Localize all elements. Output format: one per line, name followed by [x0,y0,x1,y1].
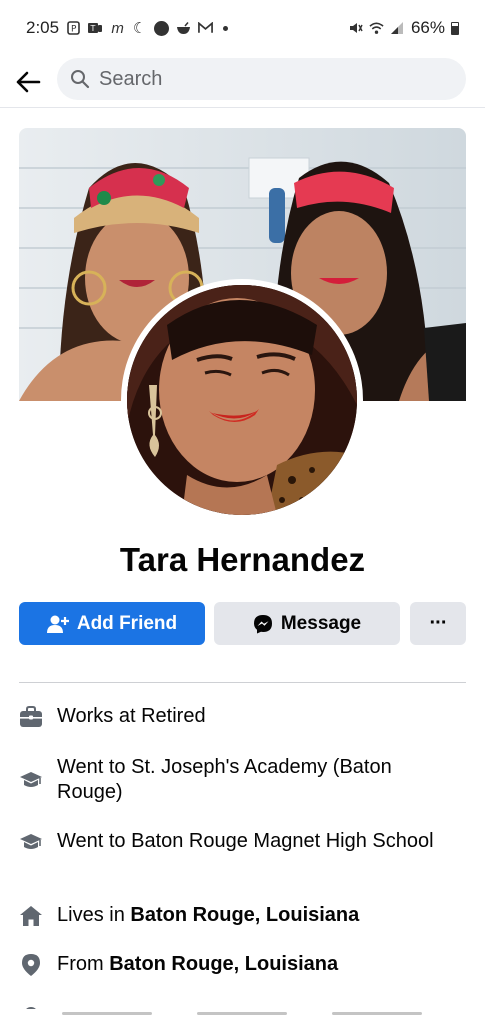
dot-icon [223,25,229,31]
circle-icon [154,20,170,36]
nav-home[interactable] [197,1012,287,1015]
add-friend-icon [46,614,69,634]
detail-education-2: Went to Baton Rouge Magnet High School [19,829,466,854]
avatar[interactable] [121,279,363,521]
mcdonalds-icon: m [111,19,124,37]
search-placeholder: Search [99,67,163,90]
back-button[interactable] [0,56,56,108]
svg-text:P: P [71,25,77,35]
signal-icon [390,21,405,36]
battery-level: 66% [410,18,445,37]
lives-in-prefix: Lives in [57,904,131,926]
detail-education-1-text: Went to St. Joseph's Academy (Baton Roug… [57,756,392,803]
nav-back[interactable] [332,1012,422,1015]
battery-icon [451,21,459,35]
lives-in-place[interactable]: Baton Rouge, Louisiana [130,904,359,926]
add-friend-label: Add Friend [76,612,178,634]
nav-recents[interactable] [62,1012,152,1015]
status-bar: 2:05 P T m ☾ 66% [0,0,485,56]
profile-name: Tara Hernandez [119,541,366,578]
detail-education-1: Went to St. Joseph's Academy (Baton Roug… [19,755,466,805]
message-button[interactable]: Message [214,602,400,645]
arrow-left-icon [16,71,41,92]
status-time: 2:05 [26,18,60,37]
message-label: Message [280,612,362,634]
search-icon [69,68,91,90]
detail-from: From Baton Rouge, Louisiana [19,952,466,977]
home-icon [19,904,43,928]
gmail-icon [198,21,213,36]
graduation-cap-icon [19,830,43,854]
detail-work-text: Works at Retired [57,705,206,727]
detail-lives-in: Lives in Baton Rouge, Louisiana [19,903,466,928]
notification-p-icon: P [66,21,81,36]
search-input[interactable]: Search [57,58,466,100]
section-divider [19,682,466,683]
svg-text:T: T [90,24,96,33]
mute-icon [348,21,363,36]
system-nav-bar [0,1009,485,1023]
add-friend-button[interactable]: Add Friend [19,602,205,645]
from-prefix: From [57,953,110,975]
wifi-icon [369,21,384,36]
detail-education-2-text: Went to Baton Rouge Magnet High School [57,830,434,852]
next-detail-partial [19,1001,466,1009]
more-options-button[interactable]: ··· [410,602,466,645]
teams-icon: T [88,21,103,36]
bowl-icon [176,21,191,36]
more-options-icon: ··· [429,612,448,634]
location-pin-icon [19,953,43,977]
messenger-icon [253,614,273,634]
top-bar: Search [0,56,485,108]
from-place[interactable]: Baton Rouge, Louisiana [109,953,338,975]
briefcase-icon [19,705,43,729]
detail-lives-in-text: Lives in Baton Rouge, Louisiana [57,903,359,928]
status-right: 66% [348,18,459,38]
status-left: 2:05 P T m ☾ [26,18,229,38]
detail-work: Works at Retired [19,704,466,729]
graduation-cap-icon [19,768,43,792]
moon-icon: ☾ [132,20,147,37]
detail-from-text: From Baton Rouge, Louisiana [57,952,338,977]
